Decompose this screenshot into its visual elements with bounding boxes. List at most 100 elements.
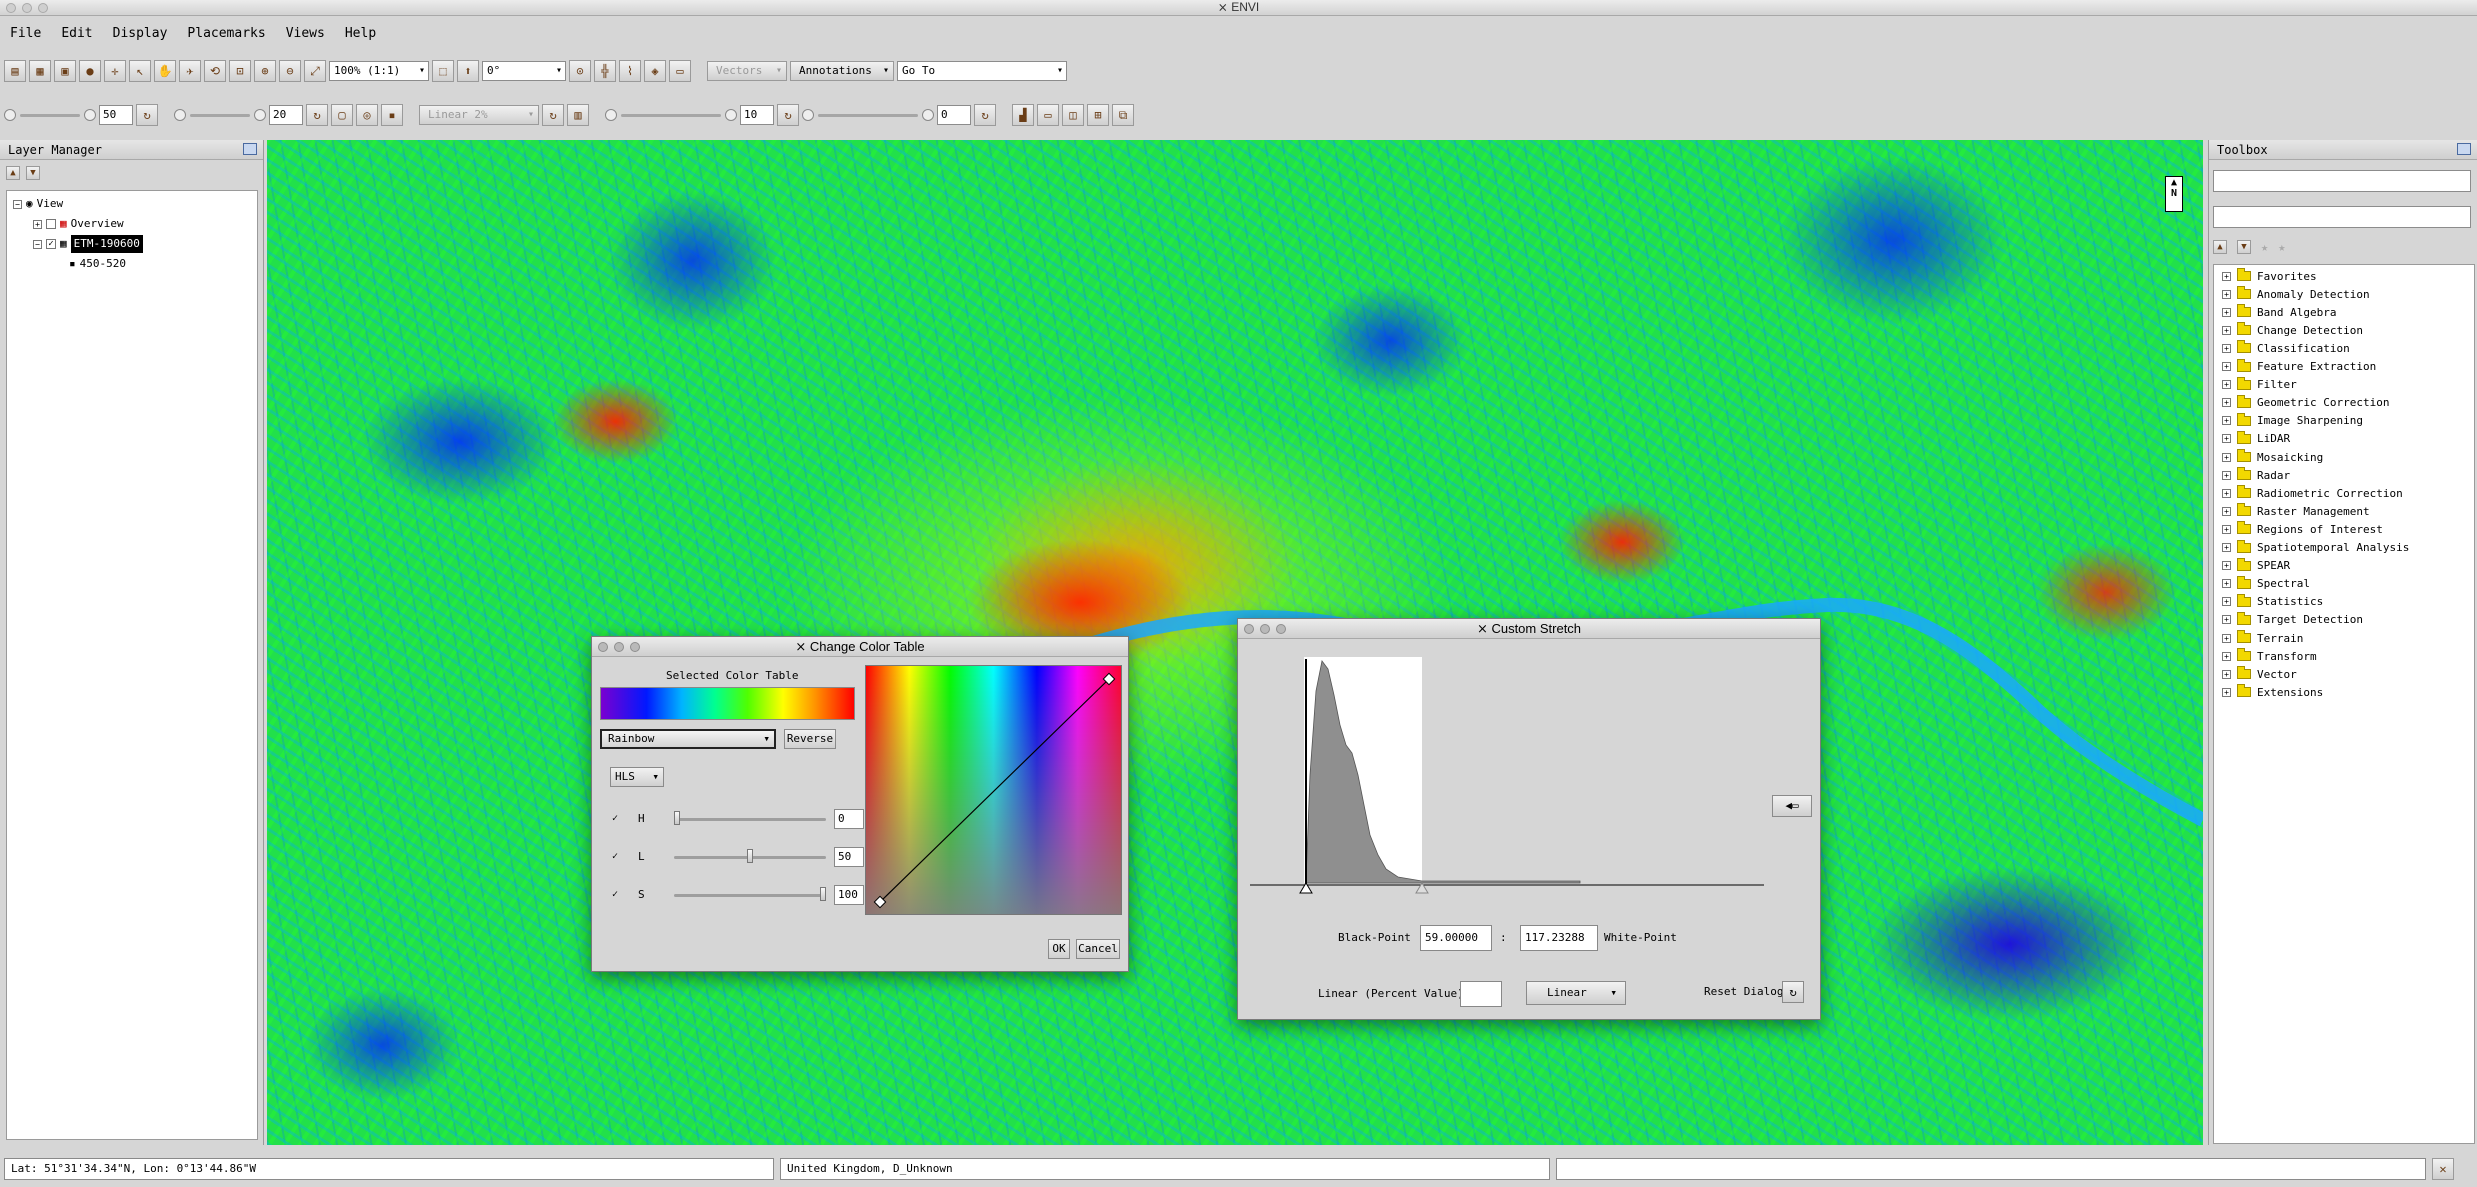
channel-value-input[interactable]: 50 bbox=[834, 847, 864, 867]
expand-all-icon[interactable]: ▼ bbox=[26, 166, 40, 180]
ok-button[interactable]: OK bbox=[1048, 939, 1070, 959]
histogram-plot[interactable] bbox=[1250, 655, 1770, 895]
transparency-value[interactable]: 0 bbox=[937, 105, 971, 125]
chip-icon[interactable]: ▪ bbox=[381, 104, 403, 126]
menu-help[interactable]: Help bbox=[345, 26, 376, 41]
close-status-icon[interactable]: ✕ bbox=[2432, 1158, 2454, 1180]
toolbox-item-geometric-correction[interactable]: + Geometric Correction bbox=[2222, 394, 2389, 412]
tree-overview-node[interactable]: + ▦ Overview bbox=[33, 215, 124, 233]
toolbox-item-statistics[interactable]: + Statistics bbox=[2222, 593, 2323, 611]
minimize-icon[interactable] bbox=[614, 642, 624, 652]
zoom-icon[interactable] bbox=[630, 642, 640, 652]
stretch-arrow-button[interactable]: ◀▭ bbox=[1772, 795, 1812, 817]
toolbox-item-spatiotemporal-analysis[interactable]: + Spatiotemporal Analysis bbox=[2222, 539, 2409, 557]
menu-edit[interactable]: Edit bbox=[61, 26, 92, 41]
tree-layer-label[interactable]: ETM-190600 bbox=[70, 235, 143, 253]
toolbox-item-image-sharpening[interactable]: + Image Sharpening bbox=[2222, 412, 2363, 430]
data-manager-icon[interactable]: ▦ bbox=[29, 60, 51, 82]
open-file-icon[interactable]: ▤ bbox=[4, 60, 26, 82]
expand-all-icon[interactable]: ▼ bbox=[2237, 240, 2251, 254]
measure-icon[interactable]: ⌇ bbox=[619, 60, 641, 82]
north-up-icon[interactable]: ⬆ bbox=[457, 60, 479, 82]
dock-icon[interactable] bbox=[2457, 143, 2471, 155]
close-icon[interactable] bbox=[598, 642, 608, 652]
expand-icon[interactable]: + bbox=[33, 219, 42, 229]
expand-icon[interactable]: + bbox=[2222, 380, 2231, 390]
toolbox-item-lidar[interactable]: + LiDAR bbox=[2222, 430, 2290, 448]
expand-icon[interactable]: + bbox=[2222, 271, 2231, 281]
tree-band-node[interactable]: ▪ 450-520 bbox=[69, 255, 126, 273]
close-icon[interactable] bbox=[1244, 624, 1254, 634]
cancel-button[interactable]: Cancel bbox=[1076, 939, 1120, 959]
toolbox-item-mosaicking[interactable]: + Mosaicking bbox=[2222, 448, 2323, 466]
pan-hand-icon[interactable]: ✋ bbox=[154, 60, 176, 82]
vectors-menu[interactable]: Vectors bbox=[707, 61, 787, 81]
toolbox-item-spectral[interactable]: + Spectral bbox=[2222, 575, 2310, 593]
star-icon[interactable]: ★ bbox=[2261, 240, 2268, 254]
image-view[interactable]: ▲ N bbox=[267, 140, 2203, 1145]
zoom-box-icon[interactable]: ⊡ bbox=[229, 60, 251, 82]
channel-slider-thumb[interactable] bbox=[747, 849, 753, 863]
channel-value-input[interactable]: 0 bbox=[834, 809, 864, 829]
expand-icon[interactable]: + bbox=[2222, 669, 2231, 679]
pixel-locator-icon[interactable]: ◈ bbox=[644, 60, 666, 82]
expand-icon[interactable]: + bbox=[2222, 470, 2231, 480]
reset-brightness-icon[interactable]: ↻ bbox=[136, 104, 158, 126]
select-arrow-icon[interactable]: ↖ bbox=[129, 60, 151, 82]
expand-icon[interactable]: + bbox=[2222, 579, 2231, 589]
zoom-full-icon[interactable]: ⤢ bbox=[304, 60, 326, 82]
expand-icon[interactable]: + bbox=[2222, 651, 2231, 661]
brightness-slider[interactable] bbox=[4, 105, 96, 125]
zoom-out-icon[interactable]: ⊖ bbox=[279, 60, 301, 82]
expand-icon[interactable]: + bbox=[2222, 434, 2231, 444]
toolbox-item-classification[interactable]: + Classification bbox=[2222, 339, 2350, 357]
fly-icon[interactable]: ✈ bbox=[179, 60, 201, 82]
color-table-select[interactable]: Rainbow bbox=[600, 729, 776, 749]
reset-transparency-icon[interactable]: ↻ bbox=[974, 104, 996, 126]
toolbox-item-spear[interactable]: + SPEAR bbox=[2222, 557, 2290, 575]
expand-icon[interactable]: + bbox=[2222, 488, 2231, 498]
histogram-icon[interactable]: ◎ bbox=[356, 104, 378, 126]
channel-slider[interactable] bbox=[674, 818, 826, 821]
expand-icon[interactable]: + bbox=[2222, 343, 2231, 353]
rotate-icon[interactable]: ⟲ bbox=[204, 60, 226, 82]
expand-icon[interactable]: + bbox=[2222, 615, 2231, 625]
expand-icon[interactable]: + bbox=[2222, 307, 2231, 317]
channel-slider-thumb[interactable] bbox=[674, 811, 680, 825]
zoom-icon[interactable] bbox=[1276, 624, 1286, 634]
menu-views[interactable]: Views bbox=[286, 26, 325, 41]
chip-to-file-icon[interactable]: ▟ bbox=[1012, 104, 1034, 126]
expand-icon[interactable]: + bbox=[2222, 325, 2231, 335]
channel-toggle-icon[interactable]: ✓ bbox=[612, 851, 618, 862]
toolbox-search-input[interactable] bbox=[2213, 170, 2471, 192]
expand-icon[interactable]: + bbox=[2222, 398, 2231, 408]
expand-icon[interactable]: + bbox=[2222, 687, 2231, 697]
expand-icon[interactable]: + bbox=[2222, 452, 2231, 462]
zoom-window-button[interactable] bbox=[38, 3, 48, 13]
collapse-icon[interactable]: − bbox=[33, 239, 42, 249]
fit-view-icon[interactable]: ⬚ bbox=[432, 60, 454, 82]
expand-icon[interactable]: + bbox=[2222, 289, 2231, 299]
view-four-icon[interactable]: ⊞ bbox=[1087, 104, 1109, 126]
toolbox-item-filter[interactable]: + Filter bbox=[2222, 376, 2297, 394]
menu-placemarks[interactable]: Placemarks bbox=[187, 26, 265, 41]
toolbox-item-favorites[interactable]: + Favorites bbox=[2222, 267, 2317, 285]
refresh-stretch-icon[interactable]: ↻ bbox=[542, 104, 564, 126]
contrast-value[interactable]: 20 bbox=[269, 105, 303, 125]
contrast-slider[interactable] bbox=[174, 105, 266, 125]
menu-file[interactable]: File bbox=[10, 26, 41, 41]
channel-toggle-icon[interactable]: ✓ bbox=[612, 813, 618, 824]
toolbox-item-band-algebra[interactable]: + Band Algebra bbox=[2222, 303, 2336, 321]
layer-checkbox[interactable]: ✓ bbox=[46, 239, 56, 249]
toolbox-item-target-detection[interactable]: + Target Detection bbox=[2222, 611, 2363, 629]
toolbox-filter-input[interactable] bbox=[2213, 206, 2471, 228]
color-mode-select[interactable]: HLS bbox=[610, 767, 664, 787]
toolbox-item-change-detection[interactable]: + Change Detection bbox=[2222, 321, 2363, 339]
channel-slider[interactable] bbox=[674, 894, 826, 897]
tree-layer-node[interactable]: − ✓ ▦ ETM-190600 bbox=[33, 235, 143, 253]
crosshair-icon[interactable]: ✛ bbox=[104, 60, 126, 82]
annotations-menu[interactable]: Annotations bbox=[790, 61, 894, 81]
minimize-icon[interactable] bbox=[1260, 624, 1270, 634]
reset-dialog-icon[interactable]: ↻ bbox=[1782, 981, 1804, 1003]
toolbox-item-regions-of-interest[interactable]: + Regions of Interest bbox=[2222, 520, 2383, 538]
